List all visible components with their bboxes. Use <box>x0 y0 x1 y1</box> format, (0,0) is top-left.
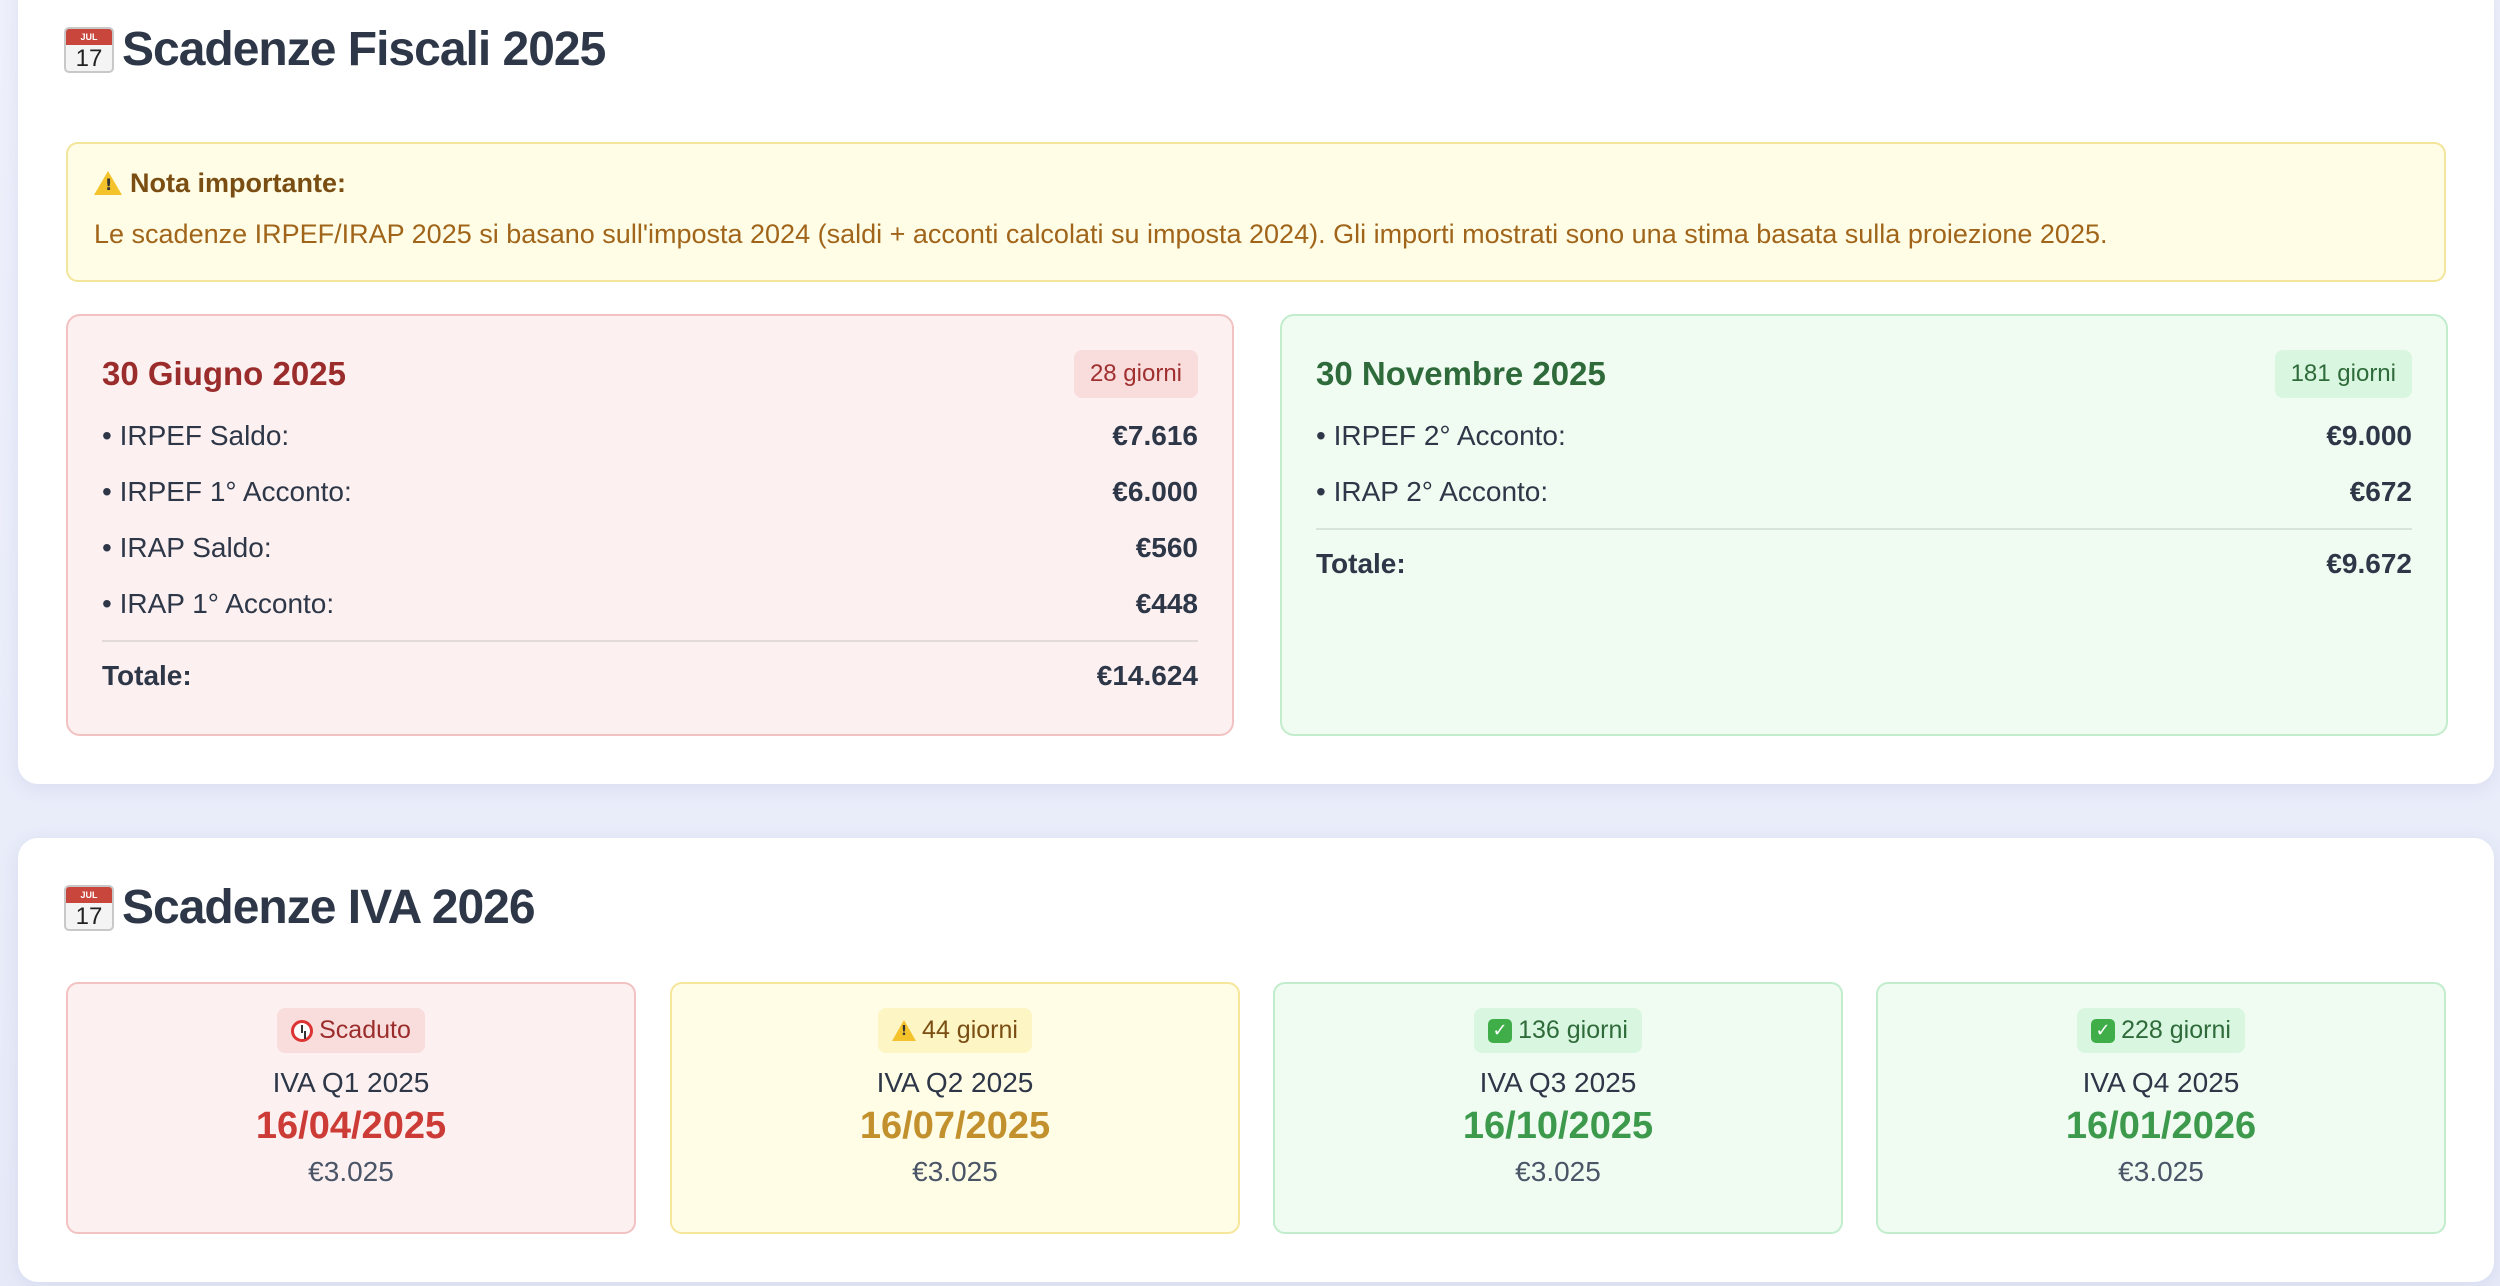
warning-icon <box>94 170 122 195</box>
total-amount: €9.672 <box>2326 548 2412 579</box>
iva-amount: €3.025 <box>308 1156 394 1187</box>
total-label: Totale: <box>1316 548 1406 579</box>
item-amount: €7.616 <box>1112 420 1198 451</box>
total-label: Totale: <box>102 660 192 691</box>
scadenze-iva-section: JUL 17 Scadenze IVA 2026 Scaduto IVA Q1 … <box>18 838 2494 1282</box>
item-amount: €672 <box>2349 476 2412 507</box>
iva-card-q1: Scaduto IVA Q1 2025 16/04/2025 €3.025 <box>66 982 636 1234</box>
important-note: Nota importante: Le scadenze IRPEF/IRAP … <box>66 142 2446 282</box>
calendar-icon: JUL 17 <box>64 26 114 73</box>
iva-due-date: 16/10/2025 <box>1462 1105 1654 1147</box>
item-amount: €448 <box>1135 588 1198 619</box>
deadline-total: Totale: €9.672 <box>1316 530 2412 598</box>
item-amount: €560 <box>1135 532 1198 563</box>
deadline-date: 30 Novembre 2025 <box>1316 355 1606 392</box>
iva-amount: €3.025 <box>1515 1156 1601 1187</box>
iva-due-date: 16/04/2025 <box>255 1105 447 1147</box>
status-badge: Scaduto <box>277 1008 425 1053</box>
status-badge: 44 giorni <box>878 1008 1032 1053</box>
scadenze-fiscali-section: JUL 17 Scadenze Fiscali 2025 Nota import… <box>18 0 2494 784</box>
alarm-clock-icon <box>291 1019 314 1042</box>
iva-quarter-label: IVA Q1 2025 <box>272 1067 430 1098</box>
deadline-item: • IRPEF 1° Acconto: €6.000 <box>102 464 1198 520</box>
calendar-icon: JUL 17 <box>64 884 114 931</box>
deadline-item: • IRAP 1° Acconto: €448 <box>102 576 1198 632</box>
iva-card-q4: ✓ 228 giorni IVA Q4 2025 16/01/2026 €3.0… <box>1876 982 2446 1234</box>
status-badge: ✓ 228 giorni <box>2077 1008 2245 1053</box>
item-label: • IRAP Saldo: <box>102 532 272 563</box>
iva-card-q2: 44 giorni IVA Q2 2025 16/07/2025 €3.025 <box>670 982 1240 1234</box>
deadline-date: 30 Giugno 2025 <box>102 355 346 392</box>
deadline-item: • IRPEF Saldo: €7.616 <box>102 408 1198 464</box>
deadline-item: • IRAP 2° Acconto: €672 <box>1316 464 2412 520</box>
iva-section-title: JUL 17 Scadenze IVA 2026 <box>64 880 536 935</box>
item-label: • IRPEF Saldo: <box>102 420 290 451</box>
status-badge: ✓ 136 giorni <box>1474 1008 1642 1053</box>
iva-card-q3: ✓ 136 giorni IVA Q3 2025 16/10/2025 €3.0… <box>1273 982 1843 1234</box>
days-remaining-badge: 28 giorni <box>1073 350 1198 398</box>
item-label: • IRAP 1° Acconto: <box>102 588 335 619</box>
iva-quarter-label: IVA Q2 2025 <box>876 1067 1034 1098</box>
total-amount: €14.624 <box>1096 660 1198 691</box>
iva-title-text: Scadenze IVA 2026 <box>122 881 536 934</box>
days-remaining-badge: 181 giorni <box>2274 350 2412 398</box>
iva-amount: €3.025 <box>912 1156 998 1187</box>
deadline-item: • IRPEF 2° Acconto: €9.000 <box>1316 408 2412 464</box>
item-amount: €6.000 <box>1112 476 1198 507</box>
deadline-card-giugno: 30 Giugno 2025 28 giorni • IRPEF Saldo: … <box>66 314 1234 736</box>
check-icon: ✓ <box>1488 1018 1513 1043</box>
item-label: • IRAP 2° Acconto: <box>1316 476 1549 507</box>
iva-due-date: 16/07/2025 <box>859 1105 1051 1147</box>
warning-icon <box>892 1020 917 1041</box>
fiscali-title-text: Scadenze Fiscali 2025 <box>122 23 606 76</box>
note-title: Nota importante: <box>130 168 346 198</box>
deadline-total: Totale: €14.624 <box>102 642 1198 710</box>
fiscali-section-title: JUL 17 Scadenze Fiscali 2025 <box>64 22 606 77</box>
iva-quarter-label: IVA Q3 2025 <box>1479 1067 1637 1098</box>
iva-due-date: 16/01/2026 <box>2065 1105 2257 1147</box>
note-text: Le scadenze IRPEF/IRAP 2025 si basano su… <box>94 219 2108 249</box>
item-label: • IRPEF 1° Acconto: <box>102 476 352 507</box>
item-label: • IRPEF 2° Acconto: <box>1316 420 1566 451</box>
iva-amount: €3.025 <box>2118 1156 2204 1187</box>
item-amount: €9.000 <box>2326 420 2412 451</box>
iva-quarter-label: IVA Q4 2025 <box>2082 1067 2240 1098</box>
check-icon: ✓ <box>2091 1018 2116 1043</box>
deadline-item: • IRAP Saldo: €560 <box>102 520 1198 576</box>
deadline-card-novembre: 30 Novembre 2025 181 giorni • IRPEF 2° A… <box>1280 314 2448 736</box>
